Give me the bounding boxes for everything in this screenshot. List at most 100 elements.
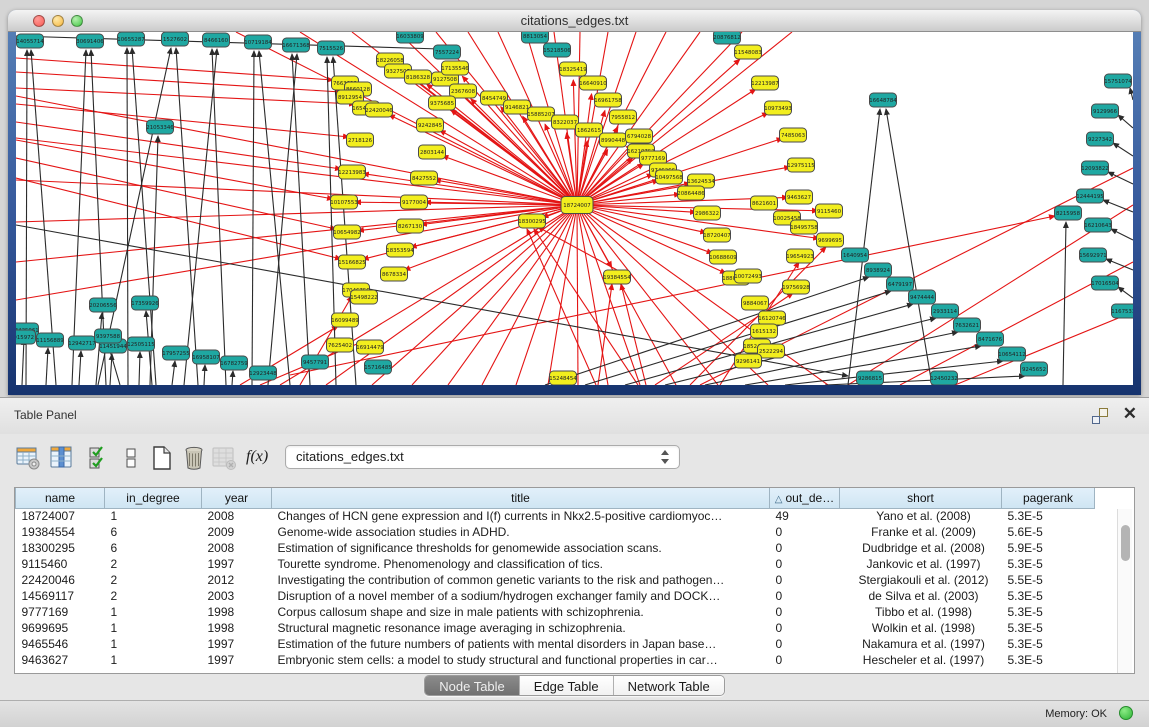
- table-cell-pagerank[interactable]: 5.3E-5: [1002, 636, 1095, 652]
- column-header-short[interactable]: short: [840, 488, 1002, 508]
- table-cell-title[interactable]: Corpus callosum shape and size in male p…: [272, 604, 770, 620]
- graph-node[interactable]: 16033809: [396, 32, 424, 43]
- float-panel-icon[interactable]: [1091, 407, 1109, 425]
- graph-node[interactable]: 10654112: [998, 347, 1025, 361]
- table-cell-name[interactable]: 22420046: [16, 572, 105, 588]
- table-cell-year[interactable]: 1997: [202, 636, 272, 652]
- graph-node[interactable]: 7557224: [434, 45, 461, 59]
- graph-node[interactable]: 10497568: [655, 170, 683, 184]
- delete-table-icon[interactable]: [210, 444, 238, 472]
- table-row[interactable]: 969969511998Structural magnetic resonanc…: [16, 620, 1095, 636]
- table-cell-title[interactable]: Genome-wide association studies in ADHD.: [272, 524, 770, 540]
- table-cell-name[interactable]: 18300295: [16, 540, 105, 556]
- graph-node[interactable]: 9463627: [786, 190, 813, 204]
- table-cell-pagerank[interactable]: 5.3E-5: [1002, 620, 1095, 636]
- graph-node[interactable]: 10654982: [333, 225, 360, 239]
- tab-node-table[interactable]: Node Table: [425, 676, 520, 696]
- table-cell-title[interactable]: Disruption of a novel member of a sodium…: [272, 588, 770, 604]
- tab-network-table[interactable]: Network Table: [614, 676, 724, 696]
- table-row[interactable]: 1872400712008Changes of HCN gene express…: [16, 508, 1095, 524]
- table-cell-year[interactable]: 1997: [202, 556, 272, 572]
- graph-node[interactable]: 15248454: [549, 371, 577, 385]
- table-cell-title[interactable]: Estimation of significance thresholds fo…: [272, 540, 770, 556]
- table-cell-in_degree[interactable]: 6: [105, 540, 202, 556]
- graph-node[interactable]: 9375685: [429, 96, 456, 110]
- graph-node[interactable]: 1862615: [576, 123, 603, 137]
- graph-node[interactable]: 17016504: [1091, 276, 1119, 290]
- graph-node[interactable]: 1527602: [162, 32, 189, 46]
- graph-node[interactable]: 8938924: [865, 263, 892, 277]
- graph-node[interactable]: 7625402: [327, 338, 354, 352]
- table-cell-name[interactable]: 9115460: [16, 556, 105, 572]
- graph-node[interactable]: 15218506: [543, 43, 571, 57]
- table-cell-title[interactable]: Estimation of the future numbers of pati…: [272, 636, 770, 652]
- graph-node[interactable]: 9884067: [742, 296, 769, 310]
- graph-node[interactable]: 9115460: [816, 204, 843, 218]
- delete-icon[interactable]: [180, 444, 208, 472]
- graph-node[interactable]: 8813054: [522, 32, 549, 43]
- table-cell-year[interactable]: 1998: [202, 604, 272, 620]
- graph-node[interactable]: 19654923: [786, 249, 813, 263]
- graph-node[interactable]: 12450232: [930, 371, 957, 385]
- table-cell-year[interactable]: 2012: [202, 572, 272, 588]
- table-cell-short[interactable]: Tibbo et al. (1998): [840, 604, 1002, 620]
- graph-node[interactable]: 8471676: [977, 332, 1004, 346]
- table-cell-in_degree[interactable]: 1: [105, 604, 202, 620]
- table-cell-in_degree[interactable]: 1: [105, 636, 202, 652]
- graph-node[interactable]: 9474444: [909, 290, 936, 304]
- rows-icon[interactable]: [118, 444, 146, 472]
- graph-hub-node[interactable]: 18724007: [561, 197, 593, 214]
- column-header-out_degree[interactable]: △out_de…: [770, 488, 840, 508]
- table-row[interactable]: 2242004622012Investigating the contribut…: [16, 572, 1095, 588]
- graph-node[interactable]: 9457791: [302, 355, 329, 369]
- table-cell-year[interactable]: 2008: [202, 508, 272, 524]
- table-cell-year[interactable]: 2003: [202, 588, 272, 604]
- graph-node[interactable]: 9296141: [735, 354, 762, 368]
- column-header-pagerank[interactable]: pagerank: [1002, 488, 1095, 508]
- table-cell-name[interactable]: 9465546: [16, 636, 105, 652]
- graph-node[interactable]: 15166825: [338, 255, 365, 269]
- graph-node[interactable]: 6479197: [887, 277, 914, 291]
- table-cell-name[interactable]: 18724007: [16, 508, 105, 524]
- table-cell-out_degree[interactable]: 0: [770, 652, 840, 668]
- graph-node[interactable]: 8678334: [381, 267, 408, 281]
- graph-node[interactable]: 15692971: [1079, 248, 1106, 262]
- table-cell-name[interactable]: 9463627: [16, 652, 105, 668]
- graph-node[interactable]: 2803144: [419, 145, 446, 159]
- graph-node[interactable]: 16961758: [594, 93, 622, 107]
- table-row[interactable]: 946554611997Estimation of the future num…: [16, 636, 1095, 652]
- graph-node[interactable]: 16640910: [579, 76, 607, 90]
- graph-node[interactable]: 22420046: [365, 103, 393, 117]
- graph-node[interactable]: 18300295: [518, 214, 545, 228]
- network-window-titlebar[interactable]: citations_edges.txt: [8, 10, 1141, 32]
- table-cell-title[interactable]: Tourette syndrome. Phenomenology and cla…: [272, 556, 770, 572]
- graph-node[interactable]: 16648784: [869, 93, 897, 107]
- graph-node[interactable]: 12975115: [787, 158, 814, 172]
- column-header-in_degree[interactable]: in_degree: [105, 488, 202, 508]
- table-cell-pagerank[interactable]: 5.3E-5: [1002, 556, 1095, 572]
- graph-node[interactable]: 15885207: [527, 107, 554, 121]
- graph-node[interactable]: 17359926: [131, 296, 159, 310]
- table-row[interactable]: 911546021997Tourette syndrome. Phenomeno…: [16, 556, 1095, 572]
- graph-node[interactable]: 18325419: [559, 62, 587, 76]
- graph-node[interactable]: 20206556: [89, 298, 117, 312]
- table-cell-short[interactable]: Nakamura et al. (1997): [840, 636, 1002, 652]
- graph-node[interactable]: 10655287: [117, 32, 144, 46]
- table-cell-out_degree[interactable]: 0: [770, 540, 840, 556]
- graph-node[interactable]: 2986322: [694, 206, 721, 220]
- graph-node[interactable]: 14055714: [16, 34, 44, 48]
- graph-node[interactable]: 16099489: [331, 313, 359, 327]
- graph-node[interactable]: 10072493: [734, 269, 761, 283]
- table-cell-name[interactable]: 9777169: [16, 604, 105, 620]
- graph-node[interactable]: 16671368: [282, 38, 310, 52]
- graph-node[interactable]: 10688609: [709, 250, 737, 264]
- graph-node[interactable]: 8186328: [405, 70, 432, 84]
- table-cell-title[interactable]: Embryonic stem cells: a model to study s…: [272, 652, 770, 668]
- table-cell-out_degree[interactable]: 49: [770, 508, 840, 524]
- graph-node[interactable]: 8322037: [552, 115, 579, 129]
- graph-node[interactable]: 8466160: [203, 33, 230, 47]
- graph-node[interactable]: 7485063: [780, 128, 807, 142]
- column-header-year[interactable]: year: [202, 488, 272, 508]
- graph-node[interactable]: 12923448: [249, 366, 277, 380]
- graph-node[interactable]: 7632621: [954, 318, 981, 332]
